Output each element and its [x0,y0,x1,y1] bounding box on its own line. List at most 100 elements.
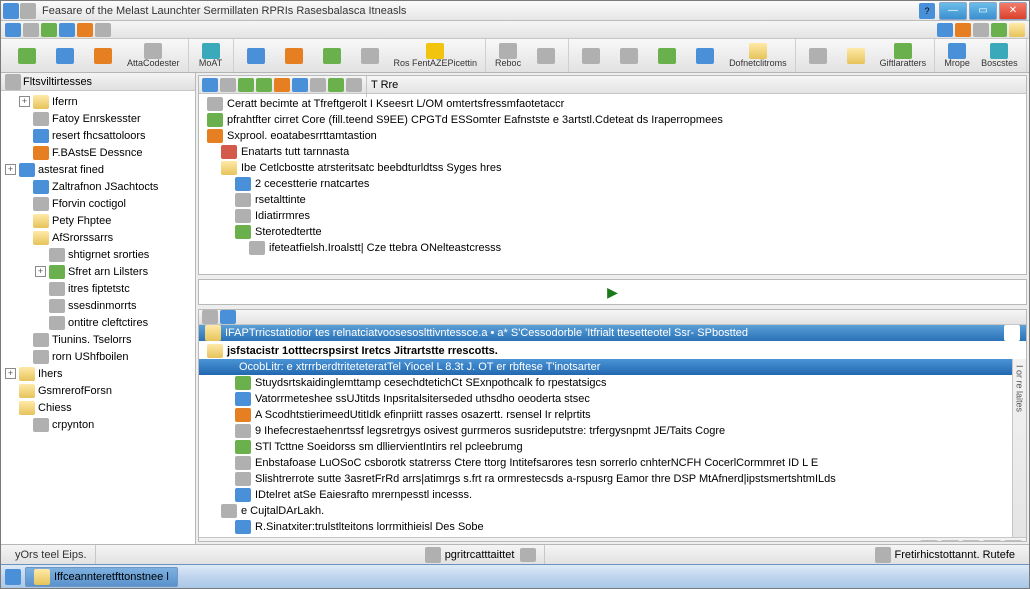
qa-right-icon[interactable] [955,23,971,37]
tree-node[interactable]: +Ihers [1,365,195,382]
list-item[interactable]: 9 Ihefecrestaehenrtssf legsretrgys osive… [199,423,1012,439]
minimize-button[interactable]: — [939,2,967,20]
tree-node[interactable]: ontitre cleftctires [1,314,195,331]
maximize-button[interactable]: ▭ [969,2,997,20]
toolbar-button[interactable] [528,40,564,72]
qa-icon[interactable] [77,23,93,37]
list-item[interactable]: Enbstafoase LuOSoC csborotk statrerss Ct… [199,455,1012,471]
tool-btn[interactable] [983,540,1001,543]
tree-node[interactable]: ssesdinmorrts [1,297,195,314]
list-item[interactable]: 2 cecestterie rnatcartes [199,176,1026,192]
tree-node[interactable]: Zaltrafnon JSachtocts [1,178,195,195]
list-item[interactable]: Idiatirrmres [199,208,1026,224]
bt-icon[interactable] [202,310,218,324]
toolbar-button[interactable]: Reboc [490,40,526,72]
toolbar-button[interactable]: Mrope [939,40,975,72]
list-item[interactable]: e CujtalDArLakh. [199,503,1012,519]
tree-node[interactable]: Pety Fhptee [1,212,195,229]
qa-right-icon[interactable] [1009,23,1025,37]
bt-icon[interactable] [220,310,236,324]
nav-tree[interactable]: +IferrnFatoy Enrskessterresert fhcsattol… [1,91,195,544]
list-item[interactable]: Ceratt becimte at Tfreftgerolt I Kseesrt… [199,96,1026,112]
toolbar-button[interactable]: Giftlaratters [876,40,931,72]
taskbar-button[interactable]: Iffceannteretfttonstnee l [25,567,178,587]
tree-node[interactable]: crpynton [1,416,195,433]
list-item[interactable]: STl Tcttne Soeidorss sm dlliervientIntir… [199,439,1012,455]
toolbar-button[interactable] [687,40,723,72]
bottom-header-bar[interactable]: IFAPTrricstatiotior tes relnatciatvooses… [199,325,1026,341]
toolbar-button[interactable] [352,40,388,72]
qa-icon[interactable] [41,23,57,37]
pane-tool-icon[interactable] [310,78,326,92]
list-item[interactable]: Stuydsrtskaidinglemttamp cesechdtetichCt… [199,375,1012,391]
toolbar-button[interactable] [238,40,274,72]
help-icon[interactable]: ? [919,3,935,19]
toolbar-button[interactable] [314,40,350,72]
pane-tool-icon[interactable] [202,78,218,92]
tree-node[interactable]: +astesrat fined [1,161,195,178]
qa-icon[interactable] [5,23,21,37]
close-button[interactable]: ✕ [999,2,1027,20]
list-item[interactable]: Vatorrmeteshee ssUJtitds Inpsritalsiters… [199,391,1012,407]
tool-btn[interactable] [941,540,959,543]
qa-right-icon[interactable] [937,23,953,37]
list-item[interactable]: Enatarts tutt tarnnasta [199,144,1026,160]
tree-node[interactable]: Fatoy Enrskesster [1,110,195,127]
list-item[interactable]: R.Sinatxiter:trulstlteitons lorrmithieis… [199,519,1012,535]
list-item[interactable]: Sterotedtertte [199,224,1026,240]
tree-node[interactable]: rorn UShfboilen [1,348,195,365]
toolbar-button[interactable] [800,40,836,72]
pane-tool-icon[interactable] [220,78,236,92]
tree-node[interactable]: Chiess [1,399,195,416]
list-item[interactable]: Sxprool. eoatabesrrttamtastion [199,128,1026,144]
pane-tool-icon[interactable] [274,78,290,92]
pane-tool-icon[interactable] [256,78,272,92]
tool-btn[interactable] [962,540,980,543]
list-item[interactable]: Ibe Cetlcbostte atrsteritsatc beebdturld… [199,160,1026,176]
header-close-icon[interactable] [1004,325,1020,341]
list-item[interactable]: ifeteatfielsh.Iroalstt| Cze ttebra ONelt… [199,240,1026,256]
tree-node[interactable]: itres fiptetstc [1,280,195,297]
tree-node[interactable]: AfSrorssarrs [1,229,195,246]
pane-tool-icon[interactable] [346,78,362,92]
start-icon[interactable] [5,569,21,585]
qa-icon[interactable] [23,23,39,37]
bottom-list[interactable]: jsfstacistr 1otttecrspsirst Iretcs Jitra… [199,341,1026,537]
toolbar-button[interactable] [276,40,312,72]
tree-node[interactable]: resert fhcsattoloors [1,127,195,144]
toolbar-button[interactable] [649,40,685,72]
expand-icon[interactable]: + [19,96,30,107]
selected-row[interactable]: OcobLitr: e xtrrrberdtriteteteratTel Yio… [199,359,1012,375]
pane-tool-icon[interactable] [328,78,344,92]
list-item[interactable]: A ScodhtstierimeedUtitIdk efinpriitt ras… [199,407,1012,423]
toolbar-button[interactable] [85,40,121,72]
toolbar-button[interactable] [573,40,609,72]
tree-node[interactable]: shtigrnet srorties [1,246,195,263]
pane-tool-icon[interactable] [292,78,308,92]
toolbar-button[interactable] [9,40,45,72]
play-icon[interactable]: ▶ [607,284,618,301]
qa-icon[interactable] [95,23,111,37]
tree-node[interactable]: +Iferrn [1,93,195,110]
toolbar-button[interactable] [47,40,83,72]
tool-btn[interactable] [920,540,938,543]
expand-icon[interactable]: + [5,164,16,175]
list-item[interactable]: Slishtrerrote sutte 3asretFrRd arrs|atim… [199,471,1012,487]
pane-tool-icon[interactable] [238,78,254,92]
top-list[interactable]: Ceratt becimte at Tfreftgerolt I Kseesrt… [199,94,1026,274]
expand-icon[interactable]: + [35,266,46,277]
qa-right-icon[interactable] [991,23,1007,37]
tree-node[interactable]: Fforvin coctigol [1,195,195,212]
expand-icon[interactable]: + [5,368,16,379]
toolbar-button[interactable]: AttaCodester [123,40,184,72]
tool-btn[interactable] [1004,540,1022,543]
toolbar-button[interactable]: MoAT [193,40,229,72]
list-item[interactable]: pfrahtfter cirret Core (fill.teend S9EE)… [199,112,1026,128]
tree-node[interactable]: Tiunins. Tselorrs [1,331,195,348]
qa-icon[interactable] [59,23,75,37]
toolbar-button[interactable]: Dofnetclitroms [725,40,791,72]
list-item[interactable]: rsetalttinte [199,192,1026,208]
toolbar-button[interactable] [611,40,647,72]
tree-node[interactable]: F.BAstsE Dessnce [1,144,195,161]
list-item[interactable]: IDtelret atSe Eaiesrafto mrernpesstl inc… [199,487,1012,503]
